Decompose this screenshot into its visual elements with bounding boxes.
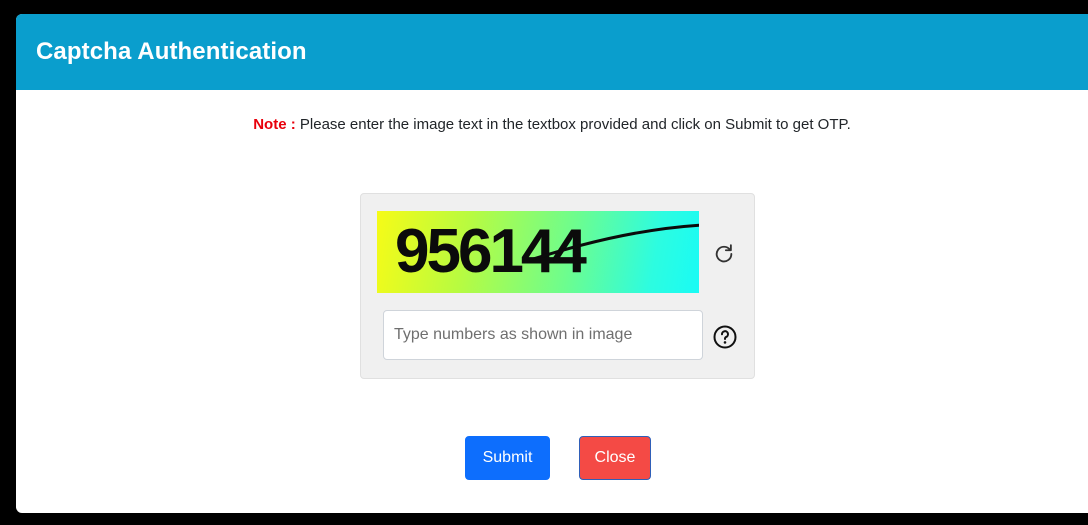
refresh-captcha-button[interactable] [713,242,735,264]
captcha-image: 956144 [377,211,699,293]
note-text: Please enter the image text in the textb… [295,116,851,133]
modal-title: Captcha Authentication [36,38,307,65]
submit-button[interactable]: Submit [465,436,550,480]
captcha-strike-line [527,223,699,263]
close-button[interactable]: Close [579,436,651,480]
captcha-modal: Captcha Authentication Note : Please ent… [16,14,1088,513]
note-label: Note : [253,116,296,133]
modal-header: Captcha Authentication [16,14,1088,90]
question-circle-icon [713,325,737,349]
captcha-panel: 956144 [360,193,755,379]
refresh-icon [715,244,733,263]
captcha-help-button[interactable] [713,325,737,349]
note-message: Note : Please enter the image text in th… [16,116,1088,133]
captcha-input[interactable] [383,310,703,360]
